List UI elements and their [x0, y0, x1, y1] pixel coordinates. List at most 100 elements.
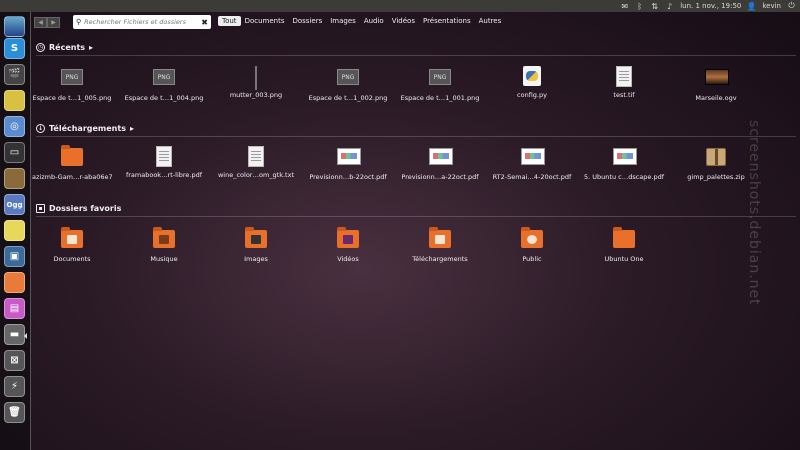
public-folder-icon [521, 227, 543, 248]
browser-icon[interactable]: ◎ [4, 116, 25, 137]
videos-folder-icon [337, 227, 359, 248]
trash-icon[interactable]: 🗑 [4, 402, 25, 423]
png-icon: PNG [153, 69, 175, 85]
active-indicator [24, 333, 27, 339]
ubuntu-one-folder-icon [613, 227, 635, 248]
mail-icon[interactable]: ✉ [620, 2, 629, 11]
volume-icon[interactable]: ♪ [665, 2, 674, 11]
file-label: gimp_palettes.zip [687, 173, 745, 181]
section-title: Téléchargements [49, 124, 126, 133]
folder-label: Documents [53, 255, 91, 263]
folder-item-documents[interactable]: Documents [32, 227, 112, 263]
file-label: test.tif [613, 91, 635, 99]
file-item[interactable]: PNG Espace de t…1_001.png [400, 66, 480, 102]
folder-item-public[interactable]: Public [492, 227, 572, 263]
file-item[interactable]: Previsionn…a-22oct.pdf [400, 146, 480, 181]
expand-icon: ▸ [89, 43, 94, 52]
file-item[interactable]: test.tif [584, 66, 664, 99]
clear-icon[interactable]: ✖ [201, 18, 208, 27]
section-favorites-header[interactable]: ▪ Dossiers favoris [36, 204, 121, 213]
file-item[interactable]: gimp_palettes.zip [676, 146, 756, 181]
filter-images[interactable]: Images [326, 16, 360, 26]
section-title: Dossiers favoris [49, 204, 122, 213]
bluetooth-icon[interactable]: ᛒ [635, 2, 644, 11]
folder-item-images[interactable]: Images [216, 227, 296, 263]
file-item[interactable]: Marseile.ogv [676, 66, 756, 102]
png-icon: PNG [61, 69, 83, 85]
ogg-icon[interactable]: Ogg [4, 194, 25, 215]
launcher: S 🎬 ◎ ▭ Ogg ▣ ▤ ▬ ⊠ ⚡ 🗑 [0, 12, 31, 450]
search-input[interactable] [81, 18, 195, 26]
file-label: Espace de t…1_004.png [124, 94, 204, 102]
folder-icon: ▪ [36, 204, 45, 213]
clock[interactable]: lun. 1 nov., 19:50 [680, 2, 741, 10]
video-icon [705, 69, 729, 85]
folder-item-ubuntu-one[interactable]: Ubuntu One [584, 227, 664, 263]
forward-button[interactable]: ▶ [47, 17, 60, 28]
file-label: 5. Ubuntu c…dscape.pdf [584, 173, 664, 181]
dash-icon[interactable] [4, 16, 25, 37]
media-player-icon[interactable] [4, 90, 25, 111]
file-item[interactable]: mutter_003.png [216, 66, 296, 99]
file-label: Espace de t…1_002.png [308, 94, 388, 102]
window-icon[interactable]: ▤ [4, 298, 25, 319]
file-item[interactable]: PNG Espace de t…1_005.png [32, 66, 112, 102]
filter-all[interactable]: Tout [218, 16, 241, 26]
top-panel: ✉ ᛒ ⇅ ♪ lun. 1 nov., 19:50 👤 kevin ⏻ [0, 0, 800, 12]
filter-audio[interactable]: Audio [360, 16, 388, 26]
file-item[interactable]: azizmb-Gam…r-aba06e7 [32, 145, 113, 181]
screen-icon[interactable]: ▣ [4, 246, 25, 267]
divider [36, 136, 796, 137]
filter-presentations[interactable]: Présentations [419, 16, 475, 26]
filter-documents[interactable]: Documents [241, 16, 289, 26]
file-label: mutter_003.png [229, 91, 283, 99]
divider [36, 55, 796, 56]
divider [36, 216, 796, 217]
terminal-icon[interactable]: ▭ [4, 142, 25, 163]
document-icon [616, 66, 632, 87]
folder-label: Téléchargements [412, 255, 468, 263]
download-icon: ↓ [36, 124, 45, 133]
section-recents-header[interactable]: ◷ Récents ▸ [36, 43, 93, 52]
photo-icon[interactable] [4, 168, 25, 189]
pdf-icon [613, 148, 637, 165]
pdf-icon [521, 148, 545, 165]
files-icon[interactable]: ▬ [4, 324, 27, 345]
file-label: azizmb-Gam…r-aba06e7 [32, 173, 113, 181]
section-downloads-header[interactable]: ↓ Téléchargements ▸ [36, 124, 134, 133]
folder-item-music[interactable]: Musique [124, 227, 204, 263]
folder-item-downloads[interactable]: Téléchargements [400, 227, 480, 263]
file-item[interactable]: PNG Espace de t…1_004.png [124, 66, 204, 102]
firefox-icon[interactable] [4, 272, 25, 293]
file-item[interactable]: RT2-Semai…4-20oct.pdf [492, 146, 572, 181]
back-button[interactable]: ◀ [34, 17, 47, 28]
folder-item-videos[interactable]: Vidéos [308, 227, 388, 263]
workspace-icon[interactable]: ⊠ [4, 350, 25, 371]
folder-label: Musique [150, 255, 178, 263]
file-label: Previsionn…a-22oct.pdf [401, 173, 479, 181]
file-item[interactable]: config.py [492, 66, 572, 99]
file-item[interactable]: framabook…rt-libre.pdf [124, 146, 204, 179]
power-icon[interactable]: ⏻ [787, 1, 796, 11]
user-name[interactable]: kevin [762, 2, 781, 10]
filter-videos[interactable]: Vidéos [388, 16, 419, 26]
notes-icon[interactable] [4, 220, 25, 241]
file-item[interactable]: PNG Espace de t…1_002.png [308, 66, 388, 102]
file-label: Marseile.ogv [695, 94, 737, 102]
file-item[interactable]: wine_color…om_gtk.txt [216, 146, 296, 179]
archive-icon [706, 148, 726, 166]
png-icon: PNG [337, 69, 359, 85]
filter-folders[interactable]: Dossiers [288, 16, 326, 26]
filter-others[interactable]: Autres [475, 16, 506, 26]
file-item[interactable]: Previsionn…b-22oct.pdf [308, 146, 388, 181]
watermark: screenshots.debian.net [746, 120, 762, 306]
file-item[interactable]: 5. Ubuntu c…dscape.pdf [584, 146, 664, 181]
image-icon [255, 66, 257, 90]
skype-icon[interactable]: S [4, 38, 25, 59]
usb-icon[interactable]: ⚡ [4, 376, 25, 397]
file-label: wine_color…om_gtk.txt [217, 171, 294, 179]
pdf-icon [429, 148, 453, 165]
network-icon[interactable]: ⇅ [650, 2, 659, 11]
folder-label: Images [244, 255, 268, 263]
clapper-icon[interactable]: 🎬 [4, 64, 25, 85]
